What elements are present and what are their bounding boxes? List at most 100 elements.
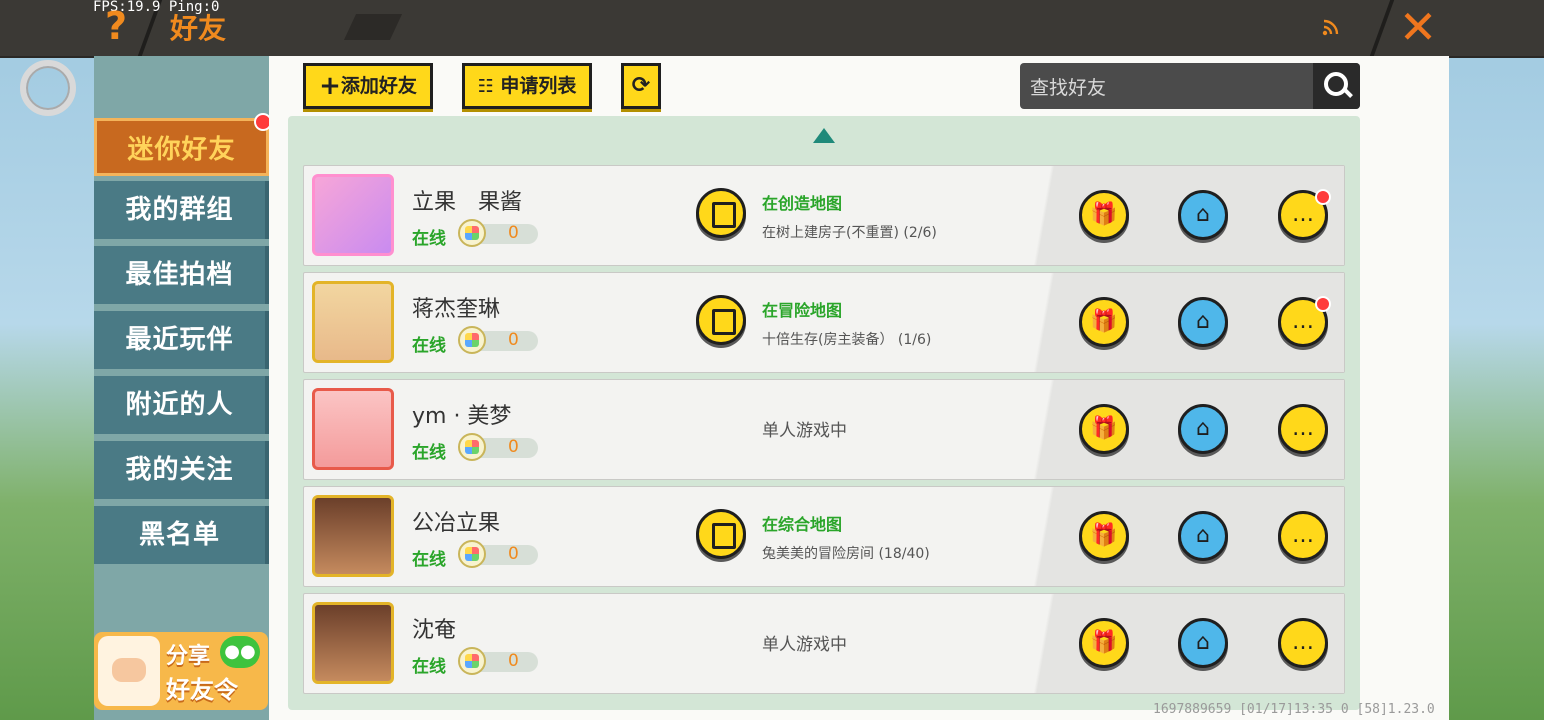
chat-badge — [1315, 296, 1331, 312]
online-status: 在线 — [412, 229, 446, 249]
gem-icon — [458, 219, 486, 247]
home-button[interactable]: ⌂ — [1178, 404, 1228, 454]
chat-icon: … — [1292, 202, 1314, 227]
refresh-icon: ⟳ — [631, 73, 651, 98]
page-title: 好友 — [170, 12, 227, 45]
sidebar-item-recent-players[interactable]: 最近玩伴 — [94, 311, 269, 369]
friend-name: 蒋杰奎琳 — [412, 297, 501, 322]
house-icon: ⌂ — [1196, 630, 1210, 655]
scroll-up-icon[interactable] — [813, 128, 835, 143]
avatar[interactable] — [312, 388, 394, 470]
request-list-button[interactable]: ☷ 申请列表 — [462, 63, 592, 109]
gift-button[interactable]: 🎁 — [1079, 297, 1129, 347]
gift-button[interactable]: 🎁 — [1079, 190, 1129, 240]
home-button[interactable]: ⌂ — [1178, 618, 1228, 668]
sidebar-item-following[interactable]: 我的关注 — [94, 441, 269, 499]
house-icon: ⌂ — [1196, 202, 1210, 227]
wechat-icon: ●● — [220, 636, 260, 668]
friend-row[interactable]: 沈奄 在线 0 单人游戏中 🎁 ⌂ … — [303, 593, 1345, 694]
gem-icon — [458, 326, 486, 354]
room-name: 在树上建房子(不重置) (2/6) — [762, 225, 937, 241]
chat-icon: … — [1292, 523, 1314, 548]
gift-icon: 🎁 — [1090, 416, 1118, 441]
chat-button[interactable]: … — [1278, 511, 1328, 561]
chat-icon: … — [1292, 309, 1314, 334]
room-name: 兔美美的冒险房间 (18/40) — [762, 546, 930, 562]
map-type: 在综合地图 — [762, 515, 843, 534]
gift-button[interactable]: 🎁 — [1079, 404, 1129, 454]
friend-name: 沈奄 — [412, 618, 457, 643]
avatar[interactable] — [312, 602, 394, 684]
online-status: 在线 — [412, 336, 446, 356]
home-button[interactable]: ⌂ — [1178, 190, 1228, 240]
chat-icon: … — [1292, 416, 1314, 441]
gift-icon: 🎁 — [1090, 630, 1118, 655]
sidebar-item-best-partners[interactable]: 最佳拍档 — [94, 246, 269, 304]
joystick-ring-icon[interactable] — [20, 60, 76, 116]
friend-row[interactable]: 蒋杰奎琳 在线 0 在冒险地图 十倍生存(房主装备） (1/6) 🎁 ⌂ … — [303, 272, 1345, 373]
room-name: 十倍生存(房主装备） (1/6) — [762, 332, 932, 348]
house-icon: ⌂ — [1196, 309, 1210, 334]
online-status: 在线 — [412, 657, 446, 677]
home-button[interactable]: ⌂ — [1178, 511, 1228, 561]
share-label: 分享 — [166, 644, 211, 669]
search-icon[interactable] — [1313, 63, 1360, 109]
friend-row[interactable]: 立果 果酱 在线 0 在创造地图 在树上建房子(不重置) (2/6) 🎁 ⌂ … — [303, 165, 1345, 266]
online-status: 在线 — [412, 443, 446, 463]
version-info: 1697889659 [01/17]13:35 0 [58]1.23.0 — [1153, 702, 1435, 717]
gift-icon: 🎁 — [1090, 309, 1118, 334]
friend-name: 公冶立果 — [412, 511, 501, 536]
house-icon: ⌂ — [1196, 416, 1210, 441]
gem-icon — [458, 433, 486, 461]
chat-icon: … — [1292, 630, 1314, 655]
chat-button[interactable]: … — [1278, 404, 1328, 454]
score-pill: 0 — [458, 219, 538, 247]
mascot-icon — [98, 636, 160, 706]
enter-room-icon[interactable] — [696, 509, 746, 559]
sidebar-item-mini-friends[interactable]: 迷你好友 — [94, 118, 269, 176]
map-type: 在冒险地图 — [762, 301, 843, 320]
help-icon[interactable]: ? — [105, 4, 127, 48]
playing-solo-label: 单人游戏中 — [762, 635, 847, 655]
plus-icon: + — [319, 71, 341, 101]
score-pill: 0 — [458, 540, 538, 568]
gift-button[interactable]: 🎁 — [1079, 511, 1129, 561]
chat-badge — [1315, 189, 1331, 205]
avatar[interactable] — [312, 174, 394, 256]
add-friend-button[interactable]: +添加好友 — [303, 63, 433, 109]
gift-icon: 🎁 — [1090, 202, 1118, 227]
score-pill: 0 — [458, 647, 538, 675]
house-icon: ⌂ — [1196, 523, 1210, 548]
sidebar-item-my-groups[interactable]: 我的群组 — [94, 181, 269, 239]
map-briefcase-icon[interactable] — [696, 188, 746, 238]
online-status: 在线 — [412, 550, 446, 570]
search-bar[interactable]: 查找好友 — [1020, 63, 1360, 109]
avatar[interactable] — [312, 495, 394, 577]
sidebar-item-blacklist[interactable]: 黑名单 — [94, 506, 269, 564]
playing-solo-label: 单人游戏中 — [762, 421, 847, 441]
score-pill: 0 — [458, 433, 538, 461]
close-button[interactable]: ✕ — [1395, 2, 1441, 52]
friend-row[interactable]: 公冶立果 在线 0 在综合地图 兔美美的冒险房间 (18/40) 🎁 ⌂ … — [303, 486, 1345, 587]
chat-button[interactable]: … — [1278, 296, 1331, 347]
gift-icon: 🎁 — [1090, 523, 1118, 548]
home-button[interactable]: ⌂ — [1178, 297, 1228, 347]
chat-button[interactable]: … — [1278, 189, 1331, 240]
friend-row[interactable]: ym · 美梦 在线 0 单人游戏中 🎁 ⌂ … — [303, 379, 1345, 480]
search-input[interactable]: 查找好友 — [1030, 73, 1106, 100]
friend-code-label: 好友令 — [166, 676, 238, 704]
friend-name: 立果 果酱 — [412, 190, 523, 215]
list-icon: ☷ — [477, 76, 494, 97]
avatar[interactable] — [312, 281, 394, 363]
sidebar-item-nearby[interactable]: 附近的人 — [94, 376, 269, 434]
friend-name: ym · 美梦 — [412, 404, 512, 429]
share-friend-code-button[interactable]: 分享 好友令 ●● — [94, 632, 268, 710]
top-bar — [0, 0, 1544, 58]
score-pill: 0 — [458, 326, 538, 354]
gift-button[interactable]: 🎁 — [1079, 618, 1129, 668]
refresh-button[interactable]: ⟳ — [621, 63, 661, 109]
decorative-tab — [343, 14, 403, 40]
chat-button[interactable]: … — [1278, 618, 1328, 668]
signal-icon — [1322, 19, 1339, 36]
map-briefcase-icon[interactable] — [696, 295, 746, 345]
